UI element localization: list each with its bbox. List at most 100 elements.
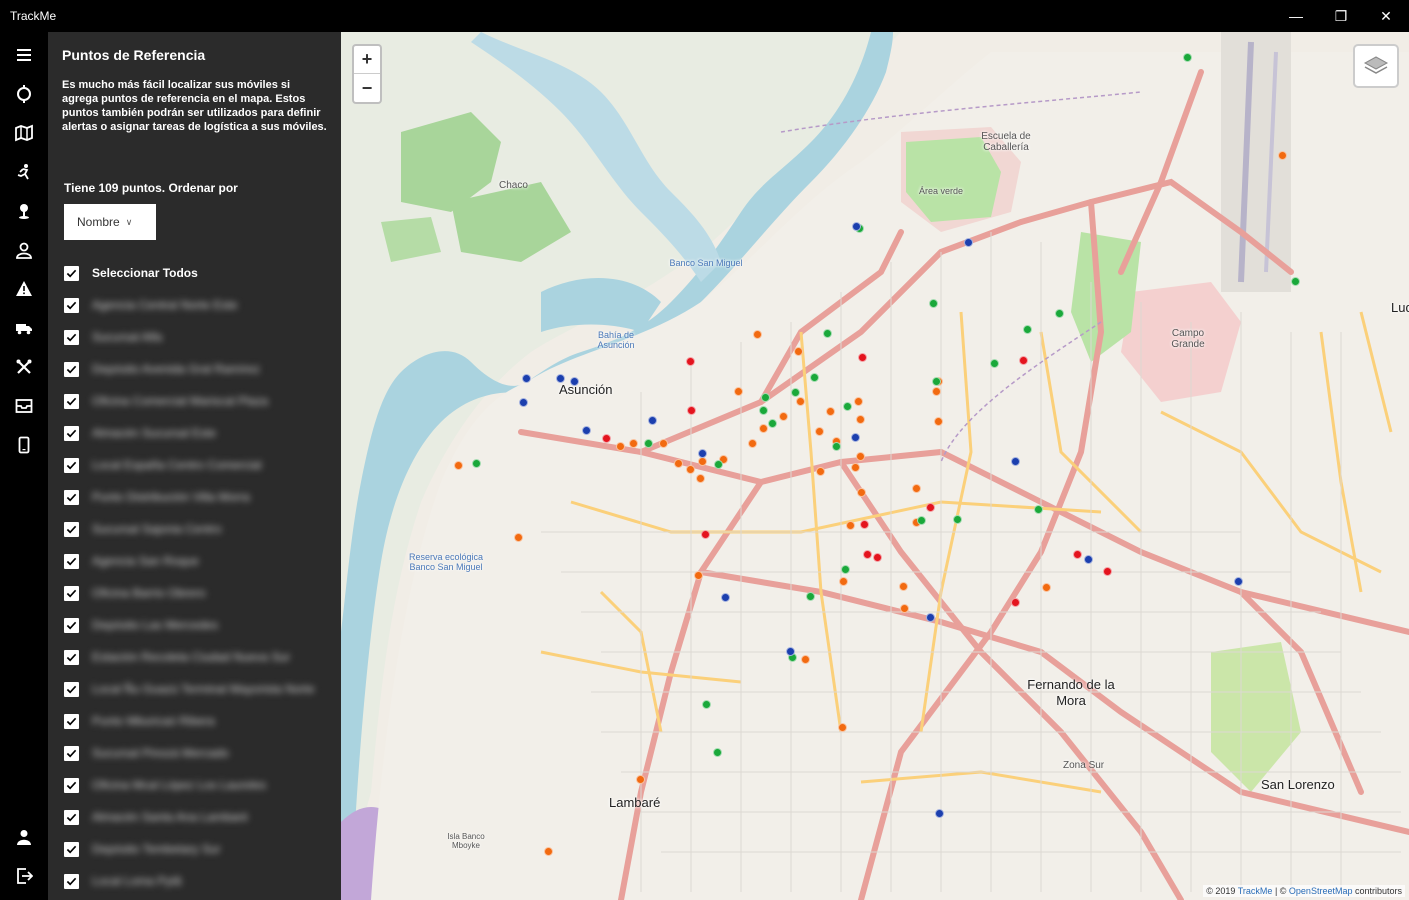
attribution-brand-link[interactable]: TrackMe: [1238, 886, 1273, 896]
reference-point-marker[interactable]: [519, 398, 528, 407]
reference-point-marker[interactable]: [694, 571, 703, 580]
reference-point-marker[interactable]: [544, 847, 553, 856]
reference-point-marker[interactable]: [1023, 325, 1032, 334]
reference-point-checkbox[interactable]: [64, 425, 79, 441]
minimize-button[interactable]: —: [1273, 0, 1319, 32]
reference-point-marker[interactable]: [932, 377, 941, 386]
reference-point-marker[interactable]: [713, 748, 722, 757]
reference-point-row[interactable]: Oficina Mcal López Los Laureles: [64, 776, 266, 794]
reference-point-marker[interactable]: [806, 592, 815, 601]
account-icon[interactable]: [12, 825, 36, 849]
reference-point-checkbox[interactable]: [64, 809, 79, 825]
reference-point-row[interactable]: Sucursal Sajonia Centro: [64, 520, 221, 538]
reference-point-marker[interactable]: [856, 452, 865, 461]
map-icon[interactable]: [12, 121, 36, 145]
reference-point-marker[interactable]: [796, 397, 805, 406]
reference-point-marker[interactable]: [1019, 356, 1028, 365]
reference-point-row[interactable]: Depósito Avenida Gral Ramírez: [64, 360, 260, 378]
reference-point-checkbox[interactable]: [64, 713, 79, 729]
reference-point-row[interactable]: Punto Distribución Villa Morra: [64, 488, 250, 506]
reference-point-checkbox[interactable]: [64, 873, 79, 889]
reference-point-checkbox[interactable]: [64, 777, 79, 793]
reference-point-marker[interactable]: [570, 377, 579, 386]
warning-icon[interactable]: [12, 277, 36, 301]
reference-point-marker[interactable]: [851, 463, 860, 472]
reference-point-marker[interactable]: [863, 550, 872, 559]
reference-point-marker[interactable]: [522, 374, 531, 383]
map-view[interactable]: Asunción Fernando de la Mora Lambaré San…: [341, 32, 1409, 900]
reference-point-marker[interactable]: [953, 515, 962, 524]
reference-point-marker[interactable]: [839, 577, 848, 586]
reference-point-marker[interactable]: [843, 402, 852, 411]
reference-point-marker[interactable]: [823, 329, 832, 338]
reference-point-row[interactable]: Oficina Comercial Mariscal Plaza: [64, 392, 268, 410]
target-icon[interactable]: [12, 82, 36, 106]
reference-point-marker[interactable]: [454, 461, 463, 470]
reference-point-row[interactable]: Local Ñu Guazú Terminal Mayorista Norte: [64, 680, 315, 698]
reference-point-marker[interactable]: [810, 373, 819, 382]
reference-point-marker[interactable]: [1278, 151, 1287, 160]
reference-point-marker[interactable]: [832, 442, 841, 451]
reference-point-row[interactable]: Sucursal Alfa: [64, 328, 162, 346]
reference-point-checkbox[interactable]: [64, 617, 79, 633]
reference-point-marker[interactable]: [935, 809, 944, 818]
reference-point-marker[interactable]: [934, 417, 943, 426]
reference-point-marker[interactable]: [636, 775, 645, 784]
reference-point-marker[interactable]: [917, 516, 926, 525]
hamburger-menu-icon[interactable]: [12, 43, 36, 67]
reference-point-marker[interactable]: [990, 359, 999, 368]
reference-point-marker[interactable]: [1084, 555, 1093, 564]
reference-point-checkbox[interactable]: [64, 585, 79, 601]
reference-point-marker[interactable]: [932, 387, 941, 396]
reference-point-marker[interactable]: [602, 434, 611, 443]
inbox-icon[interactable]: [12, 394, 36, 418]
user-icon[interactable]: [12, 238, 36, 262]
reference-point-marker[interactable]: [734, 387, 743, 396]
reference-point-marker[interactable]: [761, 393, 770, 402]
reference-point-marker[interactable]: [748, 439, 757, 448]
select-all-row[interactable]: Seleccionar Todos: [64, 264, 198, 282]
reference-point-marker[interactable]: [1011, 457, 1020, 466]
reference-point-marker[interactable]: [687, 406, 696, 415]
select-all-checkbox[interactable]: [64, 265, 79, 281]
reference-point-marker[interactable]: [801, 655, 810, 664]
reference-point-checkbox[interactable]: [64, 489, 79, 505]
reference-point-marker[interactable]: [794, 347, 803, 356]
reference-point-marker[interactable]: [900, 604, 909, 613]
reference-point-marker[interactable]: [753, 330, 762, 339]
close-button[interactable]: ✕: [1363, 0, 1409, 32]
reference-point-marker[interactable]: [674, 459, 683, 468]
zoom-out-button[interactable]: −: [354, 74, 380, 102]
reference-point-marker[interactable]: [556, 374, 565, 383]
reference-point-checkbox[interactable]: [64, 649, 79, 665]
reference-point-checkbox[interactable]: [64, 553, 79, 569]
reference-point-row[interactable]: Estación Recoleta Ciudad Nueva Sur: [64, 648, 290, 666]
reference-point-marker[interactable]: [659, 439, 668, 448]
reference-point-marker[interactable]: [815, 427, 824, 436]
reference-point-marker[interactable]: [582, 426, 591, 435]
reference-point-marker[interactable]: [1234, 577, 1243, 586]
reference-point-row[interactable]: Oficina Barrio Obrero: [64, 584, 205, 602]
reference-point-row[interactable]: Punto Mburicaó Ribera: [64, 712, 215, 730]
reference-point-marker[interactable]: [696, 474, 705, 483]
location-pin-icon[interactable]: [12, 199, 36, 223]
reference-point-marker[interactable]: [826, 407, 835, 416]
reference-point-checkbox[interactable]: [64, 457, 79, 473]
reference-point-marker[interactable]: [698, 449, 707, 458]
reference-point-marker[interactable]: [1011, 598, 1020, 607]
reference-point-marker[interactable]: [899, 582, 908, 591]
sort-dropdown[interactable]: Nombre ∨: [64, 204, 156, 240]
reference-point-marker[interactable]: [926, 503, 935, 512]
reference-point-marker[interactable]: [1103, 567, 1112, 576]
reference-point-marker[interactable]: [912, 484, 921, 493]
reference-point-checkbox[interactable]: [64, 329, 79, 345]
reference-point-marker[interactable]: [768, 419, 777, 428]
reference-point-marker[interactable]: [616, 442, 625, 451]
reference-point-marker[interactable]: [852, 222, 861, 231]
reference-point-row[interactable]: Local España Centro Comercial: [64, 456, 261, 474]
truck-icon[interactable]: [12, 316, 36, 340]
reference-point-marker[interactable]: [786, 647, 795, 656]
reference-point-marker[interactable]: [648, 416, 657, 425]
mobile-device-icon[interactable]: [12, 433, 36, 457]
running-person-icon[interactable]: [12, 160, 36, 184]
